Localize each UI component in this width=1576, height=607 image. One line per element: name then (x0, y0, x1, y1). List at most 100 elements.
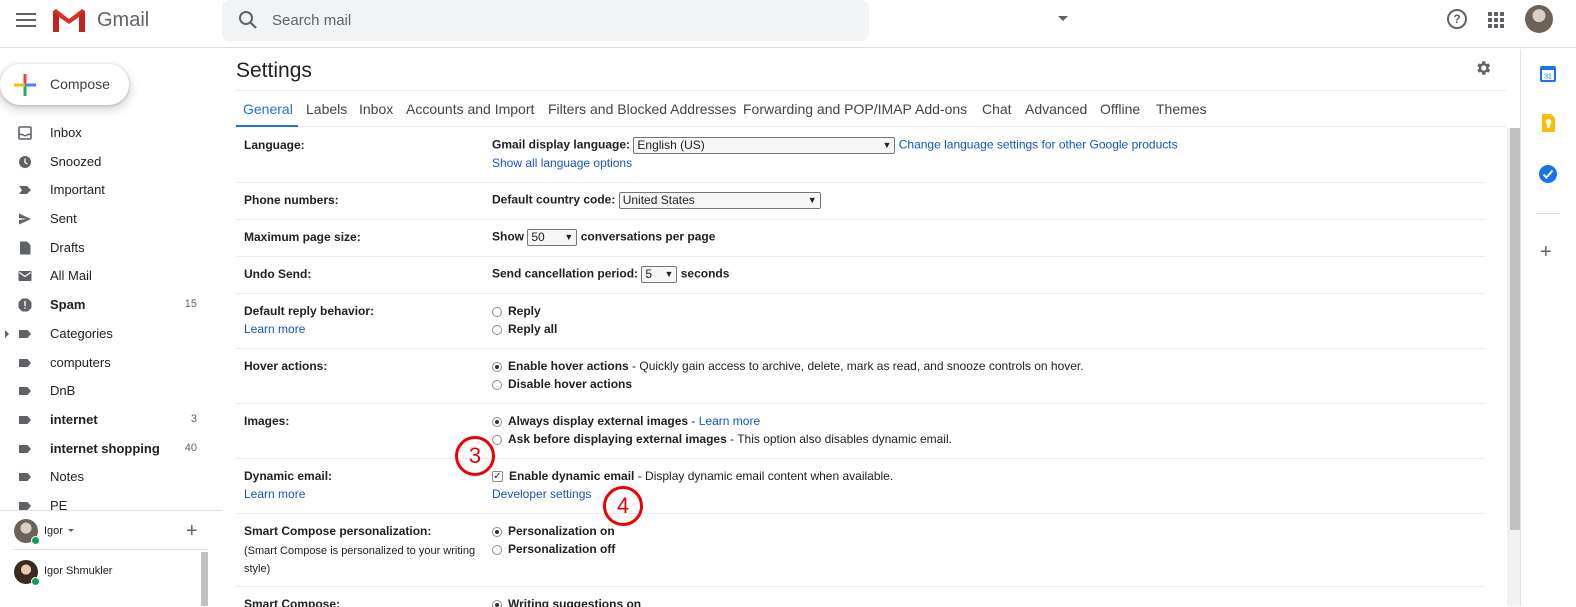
expand-arrow-icon[interactable] (5, 329, 9, 338)
always-display-images-option[interactable]: Always display external images - Learn m… (492, 414, 760, 428)
search-bar[interactable] (222, 0, 1068, 41)
sidebar-item-label: internet (50, 411, 98, 427)
sidebar-item-drafts[interactable]: Drafts (0, 234, 222, 263)
enable-dynamic-email-label: Enable dynamic email (509, 469, 635, 483)
search-icon[interactable] (238, 10, 258, 30)
change-language-link[interactable]: Change language settings for other Googl… (899, 138, 1178, 152)
tasks-icon[interactable] (1538, 164, 1558, 184)
tab-filters-and-blocked-addresses[interactable]: Filters and Blocked Addresses (548, 101, 736, 117)
enable-hover-option[interactable]: Enable hover actions - Quickly gain acce… (492, 359, 1084, 373)
ask-before-images-option[interactable]: Ask before displaying external images - … (492, 432, 952, 446)
sidebar-item-sent[interactable]: Sent (0, 205, 222, 234)
online-status-icon (31, 536, 40, 545)
enable-dynamic-email-option[interactable]: ✓ Enable dynamic email - Display dynamic … (492, 469, 893, 483)
personalization-on-radio[interactable] (492, 526, 502, 537)
main-menu-icon[interactable] (16, 12, 36, 28)
sidebar-item-inbox[interactable]: Inbox (0, 119, 222, 148)
display-language-label: Gmail display language: (492, 137, 631, 152)
personalization-off-option[interactable]: Personalization off (492, 542, 615, 556)
reply-all-option[interactable]: Reply all (492, 322, 557, 336)
sidebar-item-label: Inbox (50, 125, 82, 140)
sidebar-item-label: Sent (50, 211, 77, 227)
compose-button[interactable]: Compose (0, 64, 129, 105)
sidebar-item-snoozed[interactable]: Snoozed (0, 148, 222, 177)
tab-themes[interactable]: Themes (1156, 101, 1207, 117)
tab-accounts-and-import[interactable]: Accounts and Import (406, 101, 534, 117)
learn-more-link[interactable]: Learn more (699, 414, 760, 428)
label-icon (18, 327, 32, 341)
tab-forwarding-pop-imap[interactable]: Forwarding and POP/IMAP (743, 101, 912, 117)
personalization-off-label: Personalization off (508, 542, 616, 556)
label-icon (18, 470, 32, 484)
reply-radio[interactable] (492, 306, 502, 317)
tab-chat[interactable]: Chat (982, 101, 1012, 117)
label-icon (18, 384, 32, 398)
chat-self[interactable]: Igor + (0, 516, 222, 546)
app-name: Gmail (97, 9, 150, 31)
personalization-on-label: Personalization on (508, 524, 615, 538)
add-chat-icon[interactable]: + (186, 521, 198, 541)
tab-advanced[interactable]: Advanced (1025, 101, 1087, 117)
tab-offline[interactable]: Offline (1100, 101, 1140, 117)
sidebar-item-internet[interactable]: internet 3 (0, 406, 222, 435)
setting-row-undo-send: Undo Send: Send cancellation period: 5 s… (236, 257, 1485, 294)
tab-labels[interactable]: Labels (306, 101, 347, 117)
left-nav: Compose Inbox Snoozed Important Sent Drafts A… (0, 49, 222, 606)
nav-list: Inbox Snoozed Important Sent Drafts All Mail S… (0, 119, 222, 521)
setting-label: Phone numbers: (244, 193, 339, 207)
sidebar-item-internet-shopping[interactable]: internet shopping 40 (0, 435, 222, 464)
sidebar-item-important[interactable]: Important (0, 176, 222, 205)
sidebar-item-dnb[interactable]: DnB (0, 377, 222, 406)
tab-general[interactable]: General (243, 101, 293, 117)
personalization-off-radio[interactable] (492, 544, 502, 555)
chat-scrollbar[interactable] (201, 552, 208, 606)
account-avatar[interactable] (1525, 5, 1553, 33)
calendar-icon[interactable]: 31 (1538, 64, 1558, 84)
disable-hover-option[interactable]: Disable hover actions (492, 377, 632, 391)
sidebar-item-notes[interactable]: Notes (0, 463, 222, 492)
annotation-marker-4: 4 (603, 486, 643, 526)
scrollbar-thumb[interactable] (1510, 128, 1520, 530)
enable-hover-radio[interactable] (492, 361, 502, 372)
gear-icon[interactable] (1474, 59, 1492, 77)
annotation-marker-3: 3 (455, 436, 495, 476)
always-display-radio[interactable] (492, 416, 502, 427)
disable-hover-radio[interactable] (492, 379, 502, 390)
apps-grid-icon[interactable] (1488, 12, 1504, 28)
send-icon (18, 212, 32, 226)
reply-option[interactable]: Reply (492, 304, 541, 318)
divider (12, 549, 208, 550)
setting-row-page-size: Maximum page size: Show 50 conversations… (236, 220, 1485, 257)
setting-label: Dynamic email: (244, 469, 333, 483)
sidebar-item-categories[interactable]: Categories (0, 320, 222, 349)
sidebar-item-spam[interactable]: Spam 15 (0, 291, 222, 320)
learn-more-link[interactable]: Learn more (244, 487, 305, 501)
developer-settings-link[interactable]: Developer settings (492, 487, 591, 501)
setting-row-language: Language: Gmail display language: Englis… (236, 128, 1485, 183)
learn-more-link[interactable]: Learn more (244, 322, 305, 336)
tab-inbox[interactable]: Inbox (359, 101, 393, 117)
tab-add-ons[interactable]: Add-ons (915, 101, 967, 117)
help-icon[interactable]: ? (1447, 9, 1467, 29)
display-language-select[interactable]: English (US) (633, 137, 896, 154)
country-code-select[interactable]: United States (618, 192, 821, 209)
sidebar-item-all-mail[interactable]: All Mail (0, 262, 222, 291)
reply-all-label: Reply all (508, 322, 558, 336)
cancellation-period-select[interactable]: 5 (641, 266, 678, 283)
get-addons-icon[interactable]: + (1540, 242, 1552, 262)
settings-rows: Language: Gmail display language: Englis… (236, 128, 1485, 607)
personalization-on-option[interactable]: Personalization on (492, 524, 615, 538)
chevron-down-icon[interactable] (68, 529, 74, 532)
enable-dynamic-email-checkbox[interactable]: ✓ (492, 471, 503, 483)
sidebar-item-computers[interactable]: computers (0, 349, 222, 378)
reply-all-radio[interactable] (492, 324, 502, 335)
gmail-logo-icon[interactable] (52, 7, 86, 33)
show-all-languages-link[interactable]: Show all language options (492, 156, 632, 170)
keep-icon[interactable] (1538, 113, 1558, 133)
clock-icon (18, 155, 32, 169)
search-input[interactable] (272, 9, 832, 31)
search-options-icon[interactable] (1058, 16, 1068, 21)
page-size-select[interactable]: 50 (527, 229, 578, 246)
chat-contact[interactable]: Igor Shmukler (0, 555, 208, 589)
ask-before-radio[interactable] (492, 434, 502, 445)
